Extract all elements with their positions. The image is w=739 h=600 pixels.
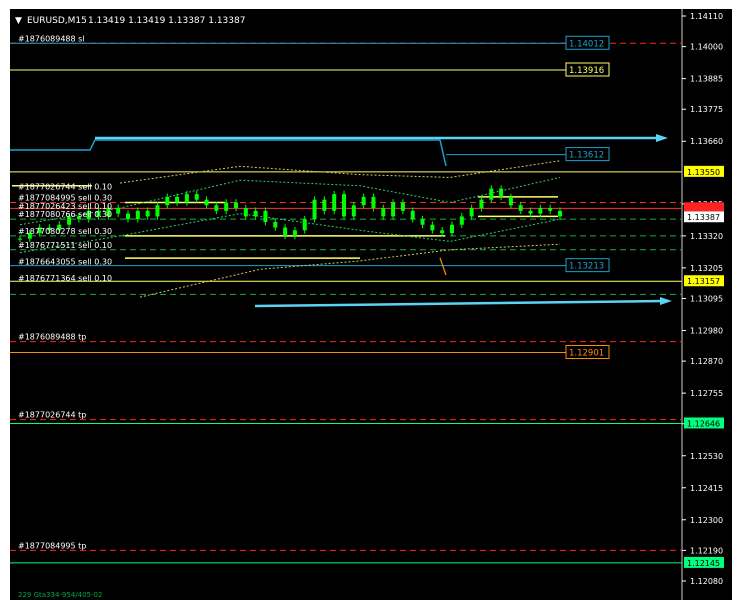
current-price-marker [684, 202, 724, 212]
order-label: #1876771364 sell 0.10 [18, 274, 112, 283]
candle-body [430, 224, 435, 231]
candle-body [508, 196, 513, 206]
y-tick-label: 1.12530 [690, 452, 723, 461]
candle-body [263, 210, 268, 222]
axis-price-label: 1.12646 [687, 419, 720, 428]
candle-body [224, 202, 229, 211]
candle-body [126, 213, 130, 220]
axis-price-label: 1.13157 [687, 277, 720, 286]
candle-body [184, 194, 189, 203]
order-label: #1876089488 tp [18, 333, 86, 342]
candle-body [116, 208, 121, 214]
candle-body [332, 194, 337, 211]
candle-body [194, 194, 199, 200]
candle-body [351, 205, 356, 217]
line-price-label: 1.13916 [569, 66, 604, 76]
candle-body [499, 188, 504, 197]
candle-body [420, 219, 425, 225]
y-tick-label: 1.12870 [690, 357, 723, 366]
candle-body [253, 210, 258, 217]
candle-body [371, 196, 376, 209]
candle-body [479, 199, 484, 209]
chart-svg[interactable]: ▼ EURUSD,M15 1.13419 1.13419 1.13387 1.1… [0, 0, 739, 600]
candle-body [459, 216, 464, 225]
candle-body [538, 208, 543, 214]
candle-body [283, 227, 288, 236]
order-label: #1876643055 sell 0.30 [18, 257, 112, 266]
candle-body [234, 202, 238, 209]
candle-body [155, 205, 160, 217]
order-label: #1877084995 tp [18, 541, 86, 550]
symbol-title: EURUSD,M15 [27, 16, 87, 26]
y-tick-label: 1.13775 [690, 105, 723, 114]
y-tick-label: 1.12755 [690, 389, 723, 398]
y-tick-label: 1.12415 [690, 484, 723, 493]
candle-body [322, 199, 327, 211]
candle-body [145, 210, 150, 217]
candle-body [243, 208, 248, 217]
candle-body [381, 208, 386, 217]
order-label: #1876089488 sl [18, 34, 85, 43]
candle-body [410, 210, 415, 220]
line-price-label: 1.12901 [569, 348, 604, 358]
candle-body [489, 188, 494, 200]
candle-body [312, 199, 317, 220]
y-tick-label: 1.14000 [690, 43, 723, 52]
ohlc-readout: 1.13419 1.13419 1.13387 1.13387 [88, 16, 245, 26]
candle-body [469, 208, 474, 217]
order-label: #1877080278 sell 0.30 [18, 227, 112, 236]
y-tick-label: 1.13885 [690, 75, 723, 84]
y-tick-label: 1.12980 [690, 327, 723, 336]
price-axis[interactable] [682, 9, 732, 600]
y-tick-label: 1.12300 [690, 516, 723, 525]
candle-body [302, 219, 307, 231]
chart-menu-icon[interactable]: ▼ [15, 16, 22, 26]
candle-body [292, 230, 297, 236]
line-price-label: 1.13213 [569, 262, 604, 272]
axis-price-label: 1.12145 [687, 559, 720, 568]
y-tick-label: 1.12080 [690, 577, 723, 586]
y-tick-label: 1.13320 [690, 232, 723, 241]
axis-price-label: 1.13387 [687, 213, 720, 222]
candle-body [165, 196, 170, 206]
order-label: #1877026744 sell 0.10 [18, 182, 112, 191]
line-price-label: 1.13612 [569, 151, 604, 161]
mt4-chart-window[interactable]: ▼ EURUSD,M15 1.13419 1.13419 1.13387 1.1… [0, 0, 739, 600]
candle-body [204, 199, 209, 206]
y-tick-label: 1.12190 [690, 546, 723, 555]
axis-price-label: 1.13550 [687, 168, 720, 177]
line-price-label: 1.14012 [569, 39, 604, 49]
candle-body [361, 196, 366, 206]
candle-body [273, 221, 278, 228]
y-tick-label: 1.13660 [690, 137, 723, 146]
candle-body [175, 196, 180, 203]
order-label: #1877080766 sell 0.30 [18, 210, 112, 219]
candle-body [528, 210, 533, 214]
candle-body [135, 210, 140, 220]
candle-body [518, 205, 523, 211]
candle-body [400, 202, 405, 211]
candle-body [440, 230, 445, 234]
order-label: #1876771511 sell 0.10 [18, 241, 112, 250]
candle-body [558, 210, 562, 217]
footer-text: 229 Gta334-954/405-02 [18, 591, 102, 599]
order-label: #1877026744 tp [18, 411, 86, 420]
y-tick-label: 1.13095 [690, 295, 723, 304]
candle-body [391, 202, 396, 217]
candle-body [342, 194, 346, 217]
candle-body [18, 238, 22, 240]
candle-body [450, 224, 454, 234]
candle-body [214, 205, 219, 211]
y-tick-label: 1.14110 [690, 12, 723, 21]
y-tick-label: 1.13205 [690, 264, 723, 273]
candle-body [548, 208, 553, 211]
